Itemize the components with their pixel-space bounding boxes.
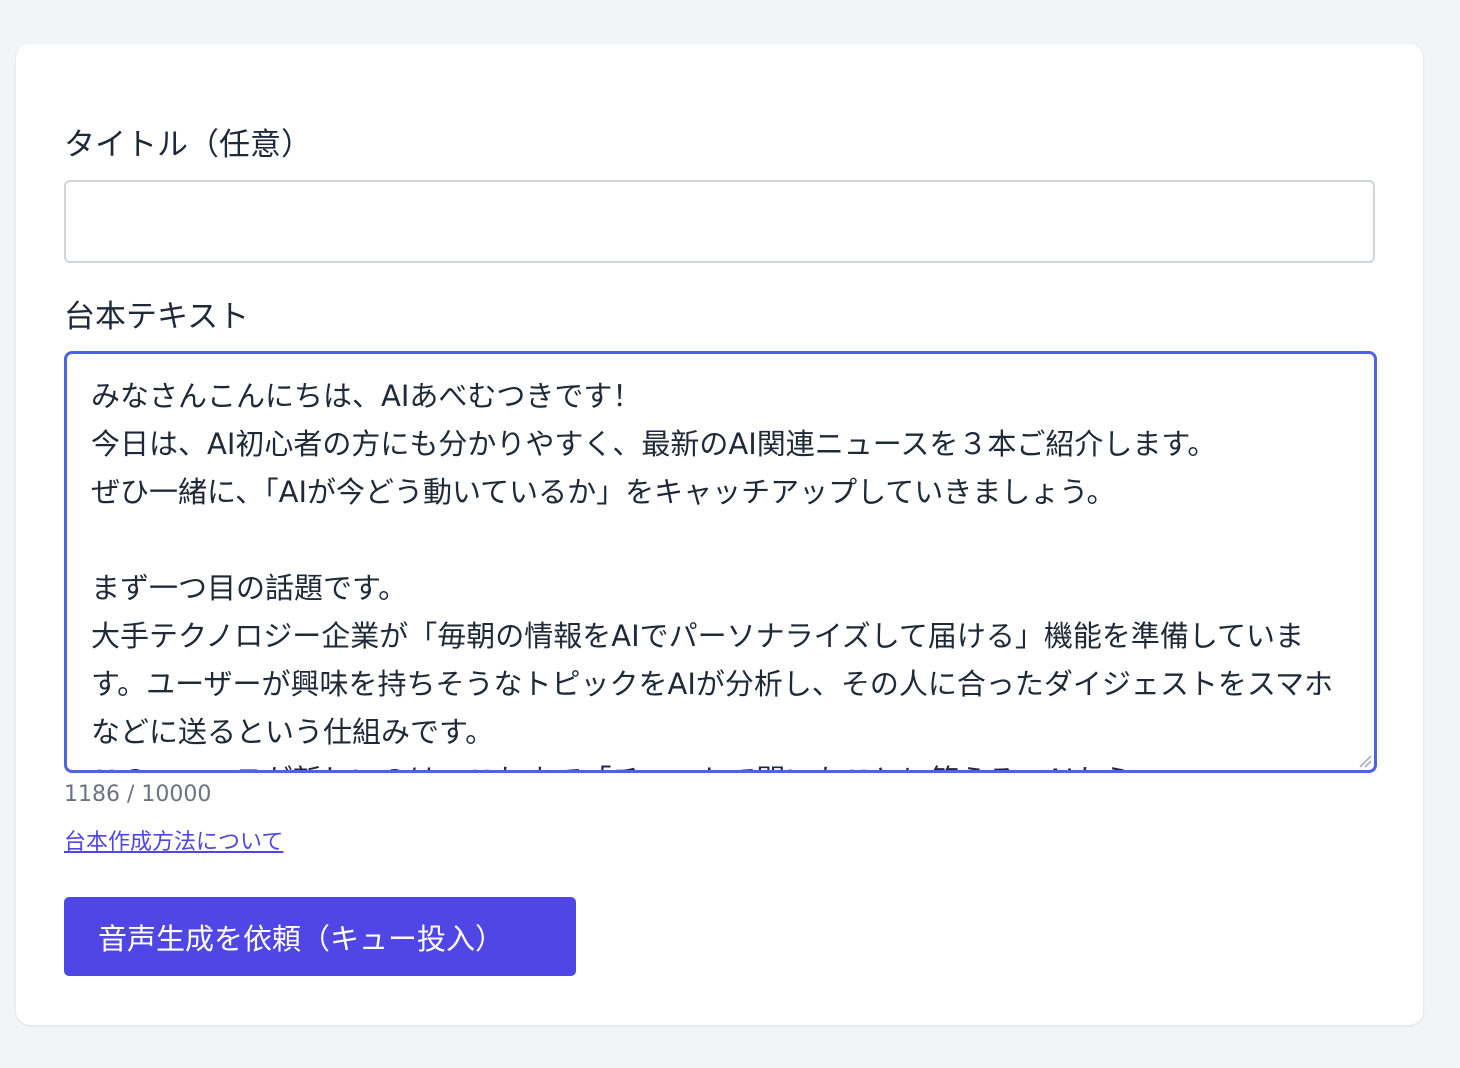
submit-button[interactable]: 音声生成を依頼（キュー投入） <box>64 897 576 976</box>
title-label: タイトル（任意） <box>64 127 312 163</box>
script-textarea[interactable]: みなさんこんにちは、AIあべむつきです！ 今日は、AI初心者の方にも分かりやすく… <box>67 354 1374 770</box>
resize-handle-icon[interactable] <box>1356 752 1372 768</box>
title-input[interactable] <box>64 180 1375 263</box>
form-card: タイトル（任意） 台本テキスト みなさんこんにちは、AIあべむつきです！ 今日は… <box>16 44 1423 1025</box>
script-label: 台本テキスト <box>64 299 250 335</box>
script-textarea-frame: みなさんこんにちは、AIあべむつきです！ 今日は、AI初心者の方にも分かりやすく… <box>64 351 1377 773</box>
script-help-link[interactable]: 台本作成方法について <box>64 830 283 855</box>
char-count: 1186 / 10000 <box>64 782 212 807</box>
